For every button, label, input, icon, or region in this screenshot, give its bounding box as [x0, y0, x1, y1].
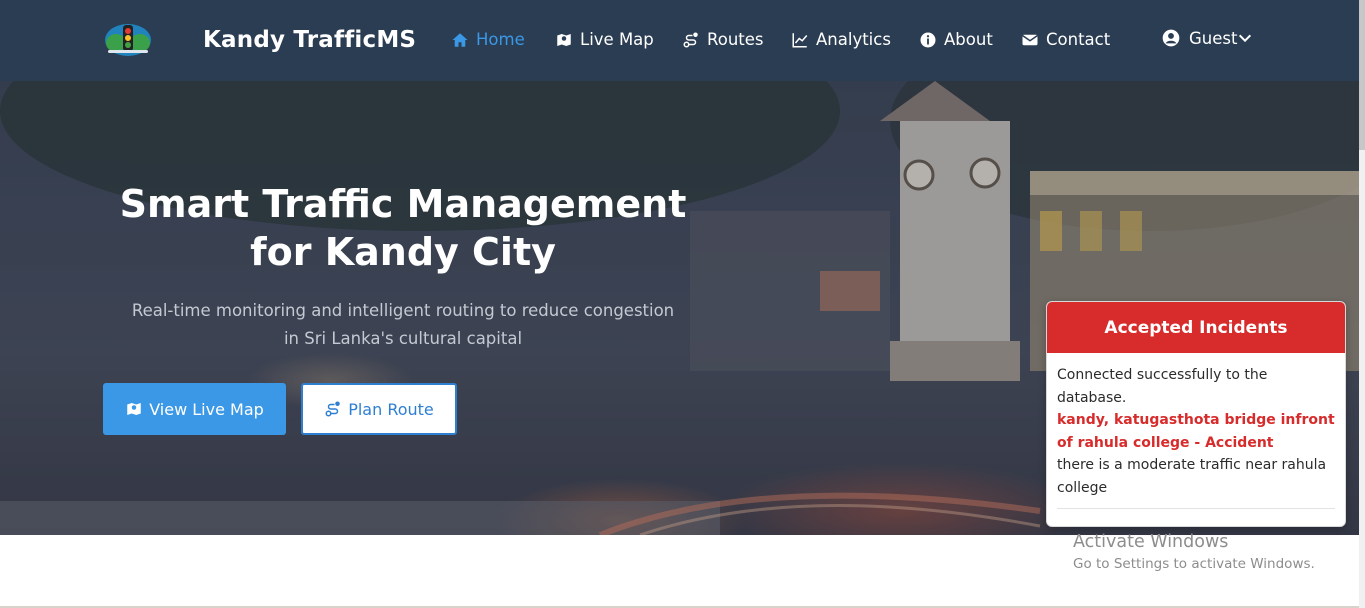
user-menu-dropdown[interactable]: Guest	[1161, 28, 1253, 48]
panel-body[interactable]: Connected successfully to the database. …	[1047, 353, 1345, 509]
divider	[1057, 508, 1335, 509]
nav-item-analytics[interactable]: Analytics	[791, 30, 891, 49]
chevron-down-icon	[1239, 34, 1252, 43]
navbar: Kandy TrafficMS Home Live Map Routes Ana…	[0, 0, 1365, 81]
route-icon	[325, 401, 340, 417]
connection-status: Connected successfully to the database.	[1057, 367, 1268, 406]
panel-header: Accepted Incidents	[1047, 302, 1345, 353]
incident-title: kandy, katugasthota bridge infront of ra…	[1057, 412, 1335, 451]
activate-windows-watermark: Activate Windows Go to Settings to activ…	[1073, 531, 1315, 575]
plan-route-button[interactable]: Plan Route	[301, 383, 457, 435]
hero-subtitle: Real-time monitoring and intelligent rou…	[103, 297, 703, 353]
user-name: Guest	[1189, 28, 1238, 48]
button-label: Plan Route	[348, 399, 434, 419]
scrollbar-thumb[interactable]	[1359, 0, 1365, 150]
nav-item-about[interactable]: About	[919, 30, 993, 49]
nav-label: Analytics	[816, 30, 891, 49]
nav-item-routes[interactable]: Routes	[682, 30, 764, 49]
user-circle-icon	[1162, 29, 1180, 47]
nav-label: About	[944, 30, 993, 49]
button-label: View Live Map	[149, 399, 264, 419]
view-live-map-button[interactable]: View Live Map	[103, 383, 286, 435]
nav-label: Contact	[1046, 30, 1111, 49]
chart-line-icon	[792, 32, 808, 47]
info-circle-icon	[920, 32, 936, 47]
map-icon	[127, 403, 141, 415]
home-icon	[452, 32, 468, 47]
hero-subtitle-line: in Sri Lanka's cultural capital	[283, 329, 523, 348]
hero-title: Smart Traffic Management for Kandy City	[103, 180, 703, 276]
map-icon	[557, 33, 571, 46]
nav-label: Home	[476, 30, 525, 49]
watermark-subtitle: Go to Settings to activate Windows.	[1073, 556, 1315, 572]
nav-item-live-map[interactable]: Live Map	[555, 30, 654, 49]
nav-item-contact[interactable]: Contact	[1021, 30, 1110, 49]
accepted-incidents-panel: Accepted Incidents Connected successfull…	[1046, 301, 1346, 527]
nav-item-home[interactable]: Home	[451, 30, 525, 49]
hero-subtitle-line: Real-time monitoring and intelligent rou…	[131, 301, 675, 320]
hero-title-line: for Kandy City	[250, 230, 556, 274]
traffic-light-logo-icon[interactable]	[102, 20, 154, 60]
nav-label: Routes	[707, 30, 764, 49]
incident-description: there is a moderate traffic near rahula …	[1057, 457, 1327, 496]
envelope-icon	[1022, 34, 1038, 45]
nav-label: Live Map	[580, 30, 654, 49]
hero-title-line: Smart Traffic Management	[119, 182, 687, 226]
vertical-scrollbar[interactable]	[1359, 0, 1365, 608]
route-icon	[683, 32, 698, 47]
brand-name[interactable]: Kandy TrafficMS	[203, 27, 416, 53]
